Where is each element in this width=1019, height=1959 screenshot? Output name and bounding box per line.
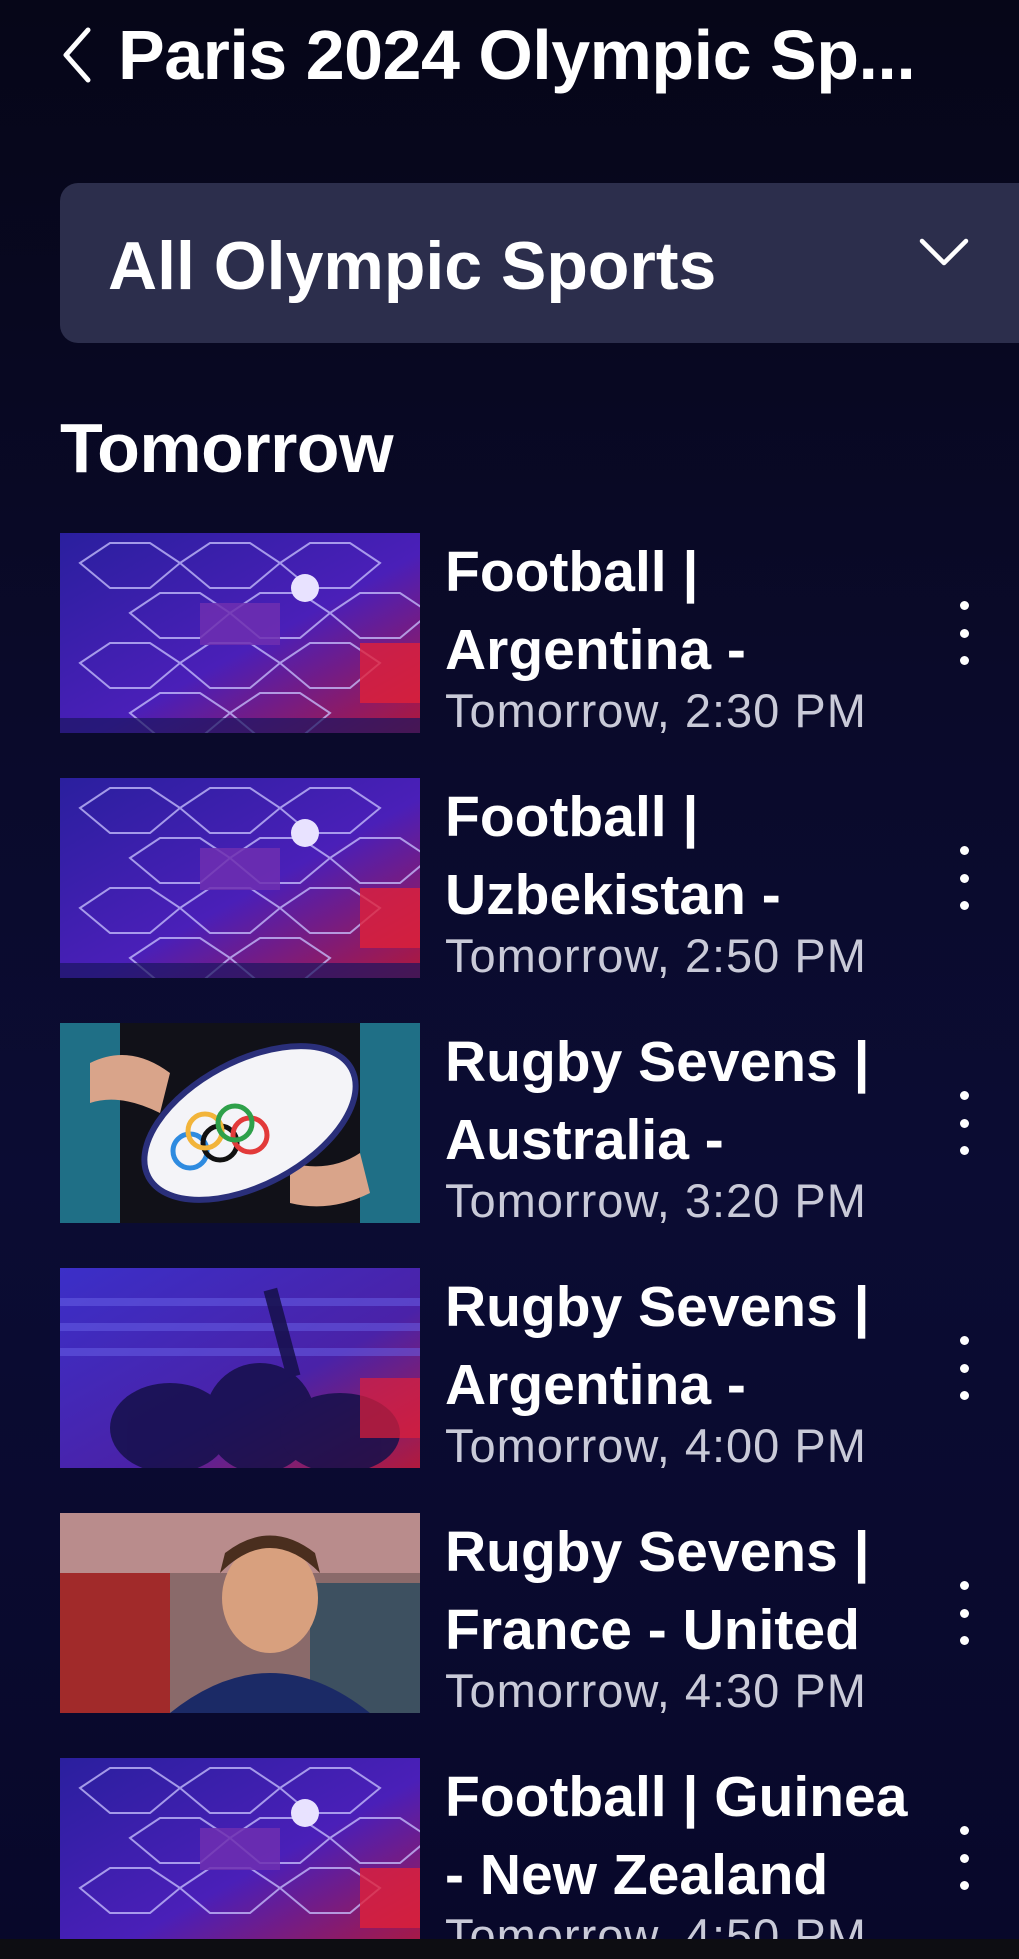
event-time: Tomorrow, 2:50 PM: [445, 929, 867, 982]
list-item[interactable]: Rugby Sevens | Argentina - Tomorrow, 4:0…: [0, 1268, 1019, 1472]
event-time: Tomorrow, 4:30 PM: [445, 1664, 867, 1717]
thumbnail-rugby-ball-olympic-rings: [60, 1023, 420, 1223]
sport-filter-dropdown[interactable]: All Olympic Sports: [60, 183, 1019, 343]
system-bottom-bar: [0, 1939, 1019, 1959]
thumbnail-rugby-lineout-players: [60, 1268, 420, 1468]
list-item[interactable]: Football | Guinea - New Zealand Tomorrow…: [0, 1758, 1019, 1959]
list-item[interactable]: Rugby Sevens | France - United Tomorrow,…: [0, 1513, 1019, 1717]
event-title: Football | Uzbekistan -: [445, 785, 781, 927]
filter-selected-label: All Olympic Sports: [108, 228, 717, 304]
event-time: Tomorrow, 2:30 PM: [445, 684, 867, 737]
chevron-down-icon: [919, 238, 969, 266]
section-title: Tomorrow: [60, 409, 394, 487]
event-title: Rugby Sevens | France - United: [445, 1520, 870, 1662]
event-time: Tomorrow, 4:00 PM: [445, 1419, 867, 1472]
more-options-icon[interactable]: [940, 1336, 988, 1400]
header: Paris 2024 Olympic Sp...: [60, 10, 916, 100]
list-item[interactable]: Football | Argentina - Tomorrow, 2:30 PM: [0, 533, 1019, 737]
thumbnail-football-goal-net: [60, 778, 420, 978]
event-title: Football | Argentina -: [445, 540, 746, 682]
chevron-left-icon: [63, 27, 91, 83]
list-item[interactable]: Rugby Sevens | Australia - Tomorrow, 3:2…: [0, 1023, 1019, 1227]
event-title: Rugby Sevens | Argentina -: [445, 1275, 870, 1417]
list-item[interactable]: Football | Uzbekistan - Tomorrow, 2:50 P…: [0, 778, 1019, 982]
more-options-icon[interactable]: [940, 1091, 988, 1155]
back-button[interactable]: [60, 15, 104, 95]
more-options-icon[interactable]: [940, 1826, 988, 1890]
more-options-icon[interactable]: [940, 601, 988, 665]
page-title: Paris 2024 Olympic Sp...: [118, 16, 916, 94]
event-title: Football | Guinea - New Zealand: [445, 1765, 908, 1907]
screen: Paris 2024 Olympic Sp... All Olympic Spo…: [0, 0, 1019, 1959]
thumbnail-football-goal-net: [60, 1758, 420, 1958]
thumbnail-football-goal-net: [60, 533, 420, 733]
thumbnail-rugby-player-portrait: [60, 1513, 420, 1713]
more-options-icon[interactable]: [940, 1581, 988, 1645]
event-title: Rugby Sevens | Australia -: [445, 1030, 870, 1172]
more-options-icon[interactable]: [940, 846, 988, 910]
event-time: Tomorrow, 3:20 PM: [445, 1174, 867, 1227]
